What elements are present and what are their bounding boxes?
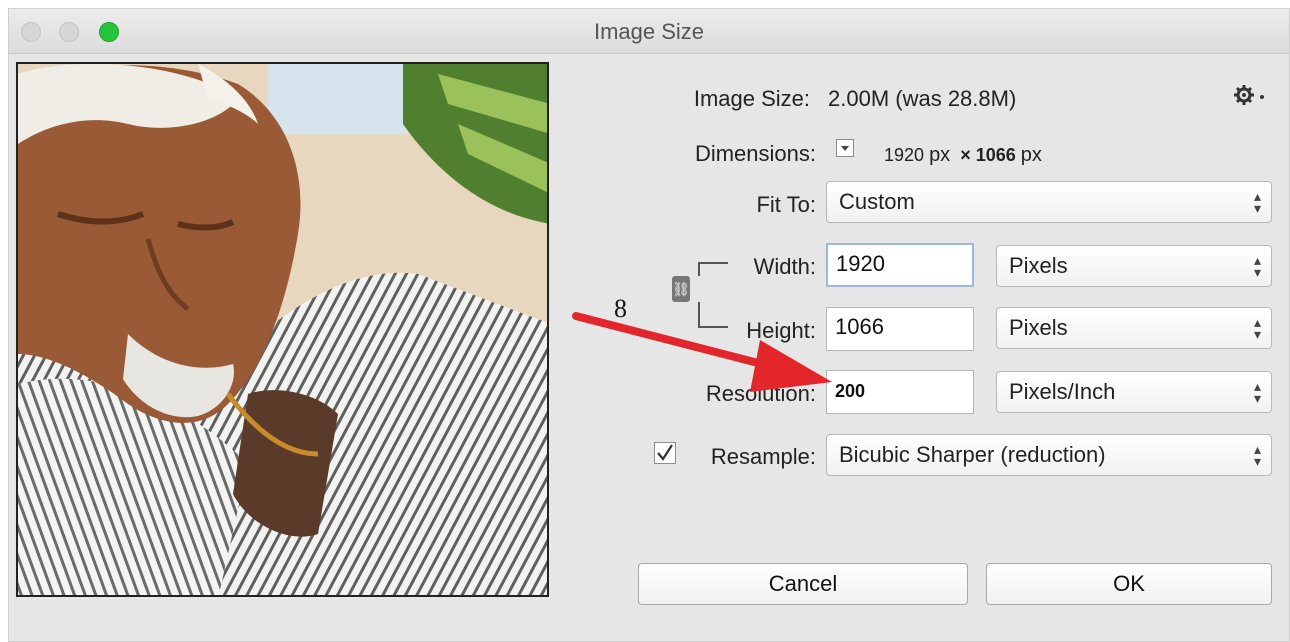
title-bar: Image Size bbox=[9, 9, 1289, 54]
dimension-height-unit: px bbox=[1020, 144, 1042, 166]
resolution-input[interactable]: 200 bbox=[826, 370, 974, 414]
height-unit-value: Pixels bbox=[1009, 315, 1068, 340]
dimension-height: × 1066 bbox=[960, 145, 1016, 165]
ok-button[interactable]: OK bbox=[986, 563, 1272, 605]
resolution-unit-value: Pixels/Inch bbox=[1009, 379, 1116, 404]
resample-value: Bicubic Sharper (reduction) bbox=[839, 442, 1106, 467]
fit-to-label: Fit To: bbox=[756, 192, 816, 217]
up-down-arrows-icon: ▴ ▾ bbox=[1253, 314, 1261, 342]
width-label: Width: bbox=[753, 254, 816, 279]
fit-to-value: Custom bbox=[839, 189, 915, 214]
dimensions-value: 1920 px × 1066 px bbox=[884, 144, 1042, 167]
cancel-button[interactable]: Cancel bbox=[638, 563, 968, 605]
up-down-arrows-icon: ▴ ▾ bbox=[1253, 441, 1261, 469]
height-unit-select[interactable]: Pixels ▴ ▾ bbox=[996, 307, 1272, 349]
image-size-value: 2.00M (was 28.8M) bbox=[828, 86, 1017, 111]
dropdown-toggle-icon[interactable] bbox=[836, 139, 854, 157]
up-down-arrows-icon: ▴ ▾ bbox=[1253, 188, 1261, 216]
preview-photo bbox=[18, 64, 547, 595]
height-input[interactable]: 1066 bbox=[826, 307, 974, 351]
dimension-width-unit: px bbox=[929, 144, 951, 166]
image-preview[interactable] bbox=[16, 62, 549, 597]
resample-label: Resample: bbox=[710, 444, 816, 469]
fit-to-select[interactable]: Custom ▴ ▾ bbox=[826, 181, 1272, 223]
width-unit-value: Pixels bbox=[1009, 253, 1068, 278]
window-title: Image Size bbox=[593, 19, 705, 44]
width-unit-select[interactable]: Pixels ▴ ▾ bbox=[996, 245, 1272, 287]
up-down-arrows-icon: ▴ ▾ bbox=[1253, 252, 1261, 280]
image-size-label: Image Size: bbox=[693, 86, 810, 111]
resample-checkbox[interactable] bbox=[654, 442, 676, 464]
width-input[interactable]: 1920 bbox=[826, 243, 974, 287]
gear-icon[interactable] bbox=[1234, 84, 1268, 106]
up-down-arrows-icon: ▴ ▾ bbox=[1253, 378, 1261, 406]
resolution-unit-select[interactable]: Pixels/Inch ▴ ▾ bbox=[996, 371, 1272, 413]
checkmark-icon bbox=[657, 444, 673, 461]
dimension-width: 1920 bbox=[884, 145, 925, 165]
resample-select[interactable]: Bicubic Sharper (reduction) ▴ ▾ bbox=[826, 434, 1272, 476]
red-arrow-annotation bbox=[572, 312, 832, 392]
dimensions-label: Dimensions: bbox=[694, 141, 816, 166]
